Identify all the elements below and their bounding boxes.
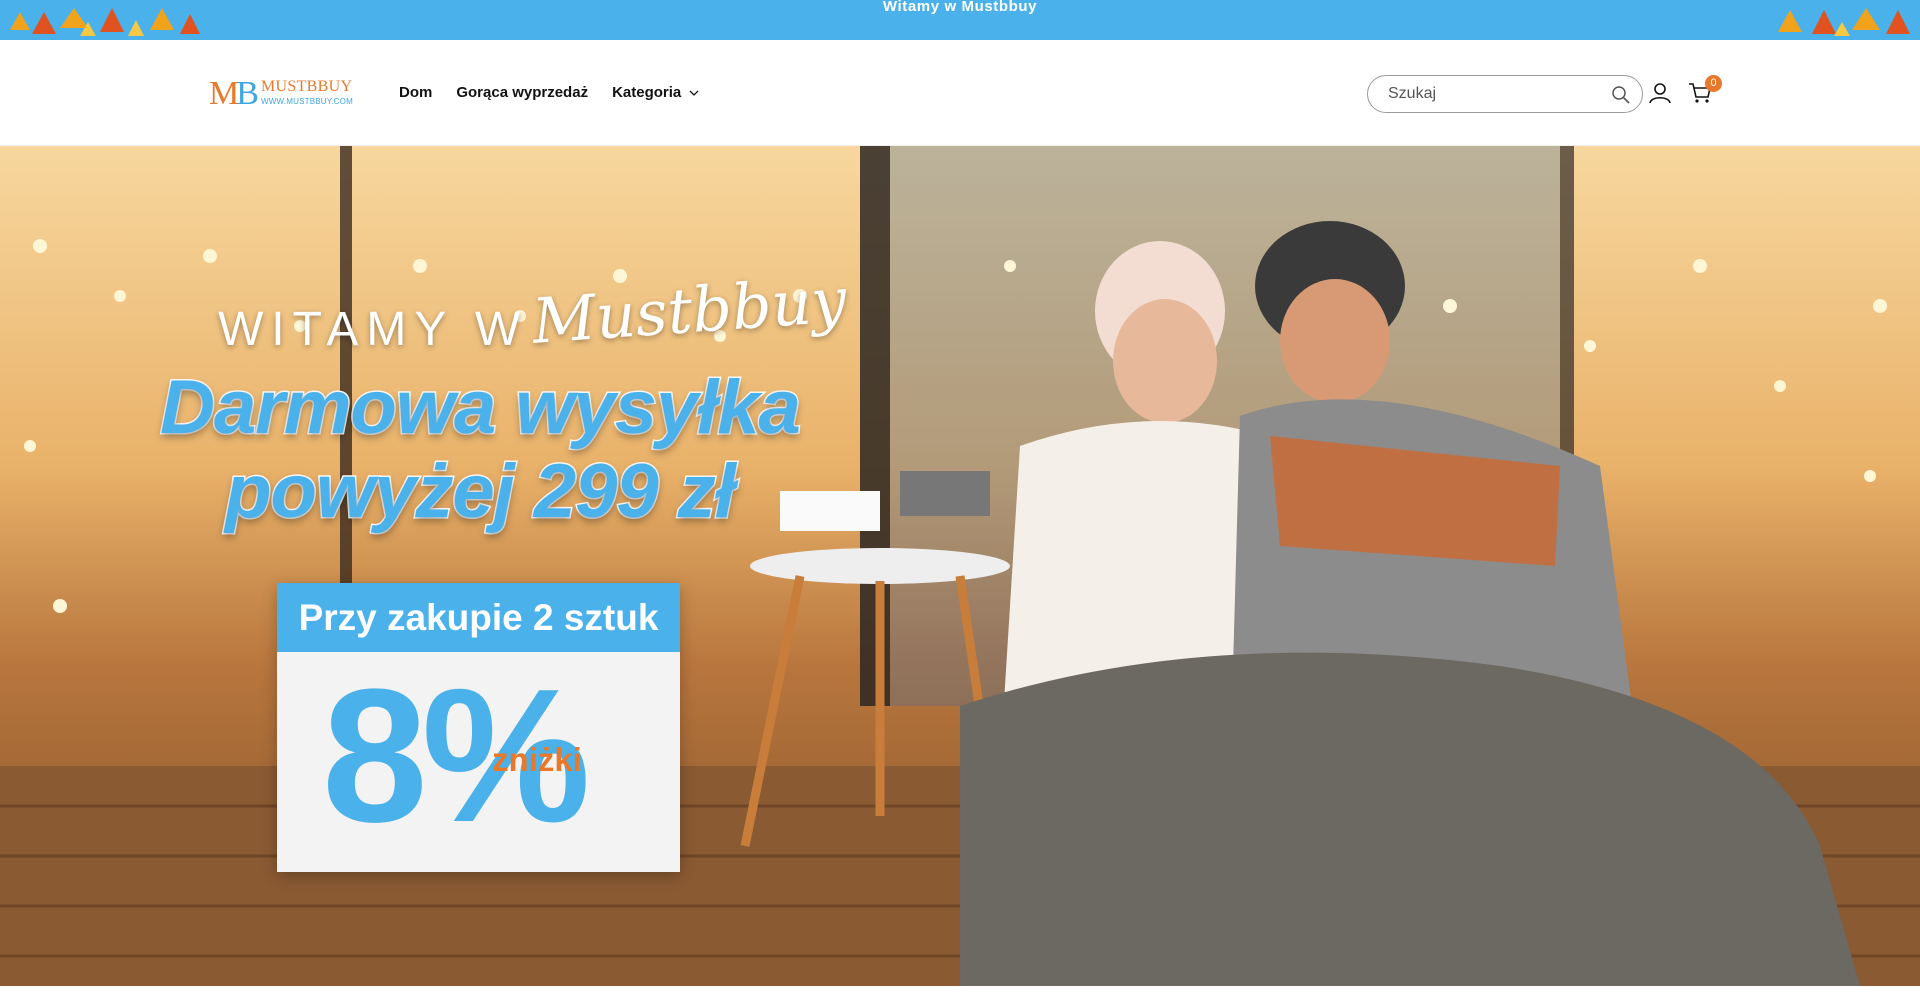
search-icon[interactable]: [1611, 85, 1631, 105]
logo-url: WWW.MUSTBBUY.COM: [261, 97, 353, 106]
promo-discount-label: zniżki: [492, 741, 582, 778]
hero-headline-line1: Darmowa wysyłka: [159, 364, 803, 452]
announcement-bar: Witamy w Mustbbuy: [0, 0, 1920, 40]
main-nav: Dom Gorąca wyprzedaż Kategoria: [399, 84, 723, 101]
logo[interactable]: MB MUSTBBUY WWW.MUSTBBUY.COM: [209, 76, 363, 112]
nav-item-category-label: Kategoria: [612, 84, 682, 101]
logo-mark: MB: [209, 75, 259, 112]
hero-welcome: WITAMY W: [218, 303, 529, 356]
promo-card: Przy zakupie 2 sztuk 8% zniżki: [277, 583, 680, 872]
nav-item-category[interactable]: Kategoria: [612, 84, 699, 101]
hero-banner[interactable]: WITAMY W Mustbbuy Darmowa wysyłka powyże…: [0, 146, 1920, 986]
nav-item-hot-sale[interactable]: Gorąca wyprzedaż: [456, 84, 588, 101]
cart-count-badge: 0: [1705, 75, 1722, 92]
logo-name: MUSTBBUY: [261, 78, 353, 95]
autumn-leaves-right: [1778, 8, 1910, 36]
hero-headline-line2: powyżej 299 zł: [224, 448, 738, 536]
promo-title: Przy zakupie 2 sztuk: [277, 583, 680, 652]
announcement-text[interactable]: Witamy w Mustbbuy: [0, 0, 1920, 14]
account-icon[interactable]: [1648, 81, 1672, 105]
site-header: MB MUSTBBUY WWW.MUSTBBUY.COM Dom Gorąca …: [0, 40, 1920, 146]
chevron-down-icon: [689, 90, 699, 96]
search-box: [1367, 75, 1643, 113]
nav-item-home[interactable]: Dom: [399, 84, 432, 101]
search-input[interactable]: [1388, 83, 1598, 105]
